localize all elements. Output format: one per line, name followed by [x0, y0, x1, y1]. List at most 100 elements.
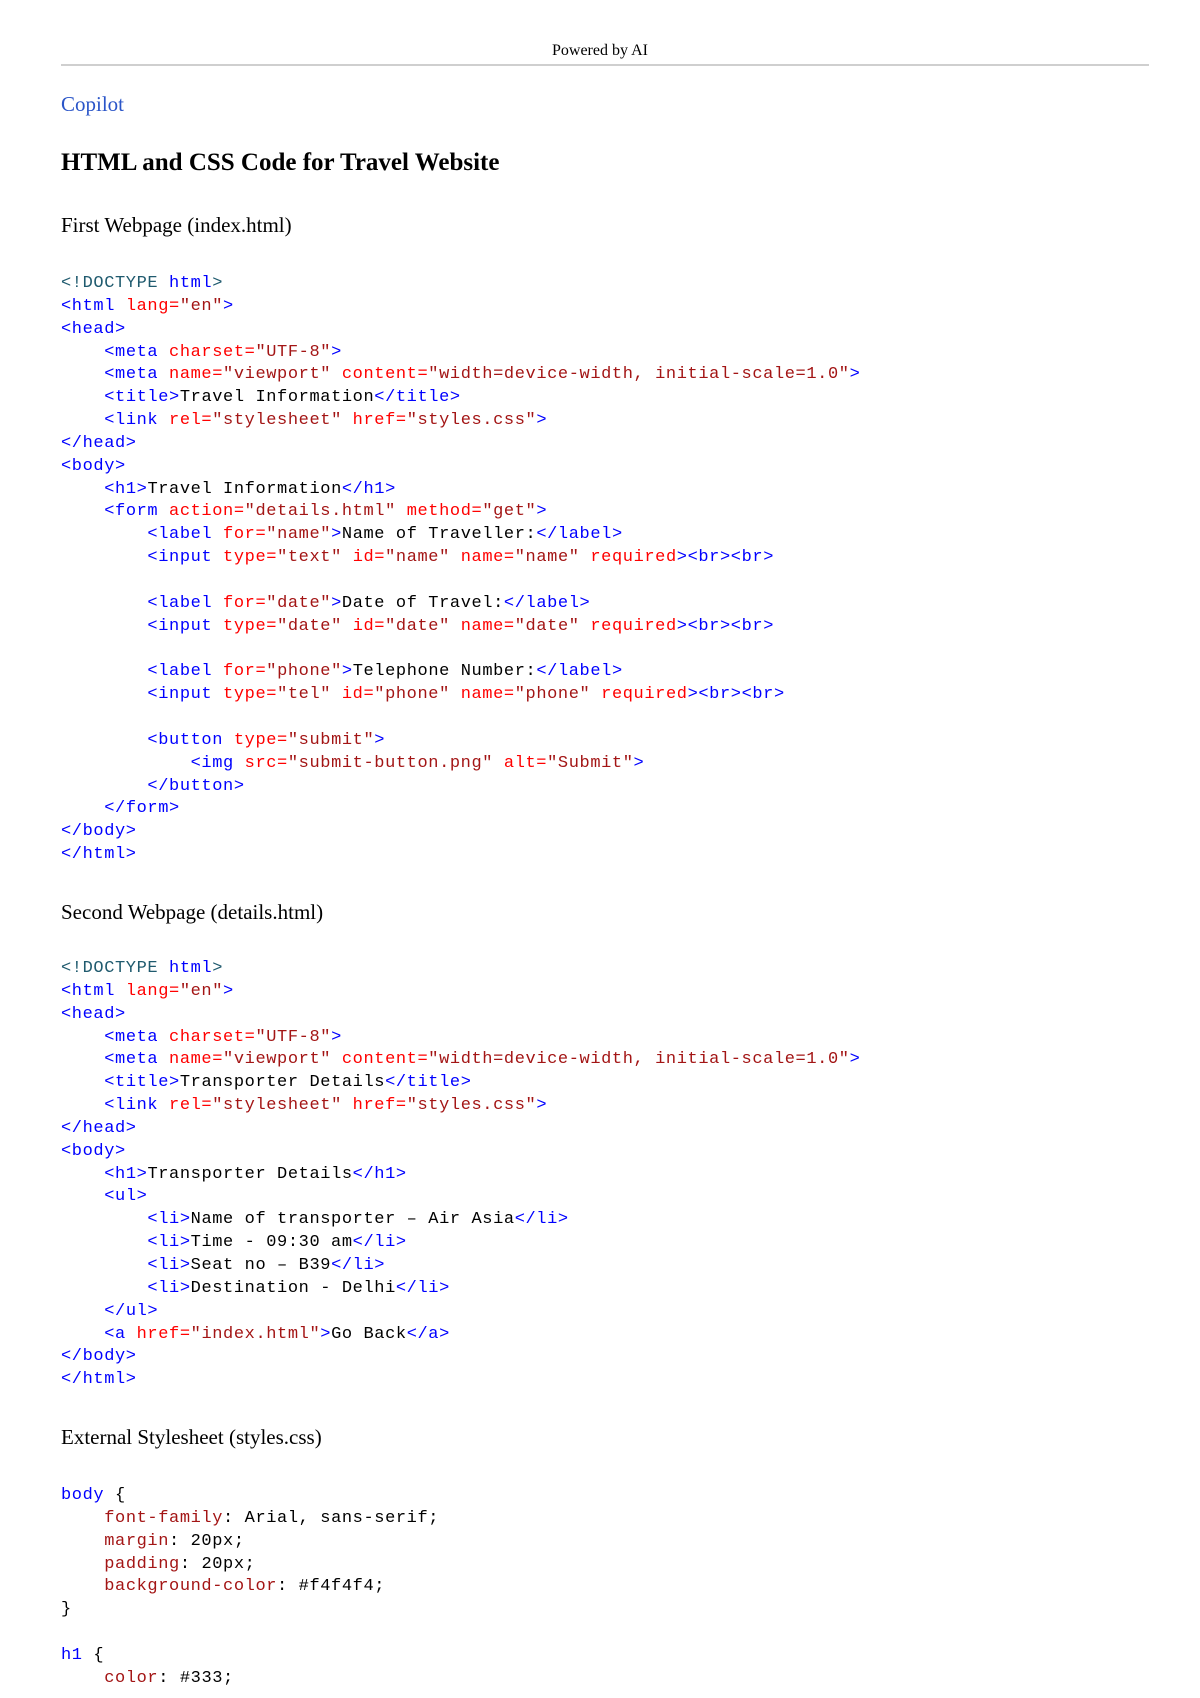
- code-line: </head>: [61, 1118, 860, 1141]
- code-line: <link rel="stylesheet" href="styles.css"…: [61, 410, 860, 433]
- code-token: "stylesheet": [212, 411, 353, 431]
- code-token: "UTF-8": [255, 1027, 332, 1047]
- code-token: color: [104, 1668, 159, 1688]
- code-line: <h1>Travel Information</h1>: [61, 479, 860, 502]
- code-token: id=: [341, 685, 375, 705]
- code-line: <li>Name of transporter – Air Asia</li>: [61, 1209, 860, 1232]
- code-line: <ul>: [61, 1186, 860, 1209]
- code-token: charset=: [169, 342, 256, 362]
- code-line: <input type="text" id="name" name="name"…: [61, 547, 860, 570]
- code-line: <html lang="en">: [61, 296, 860, 319]
- code-line: color: #333;: [61, 1668, 439, 1691]
- code-line: <li>Time - 09:30 am</li>: [61, 1232, 860, 1255]
- code-token: </head>: [61, 433, 137, 453]
- code-block-details: <!DOCTYPE html> <html lang="en"> <head> <m…: [61, 958, 860, 1392]
- code-token: >: [849, 1050, 861, 1070]
- code-token: "Submit": [547, 753, 634, 773]
- code-line: padding: 20px;: [61, 1554, 439, 1577]
- code-token: content=: [341, 365, 429, 385]
- code-token: <button: [147, 730, 234, 750]
- code-line: }: [61, 1599, 439, 1622]
- code-token: for=: [223, 593, 267, 613]
- code-token: </form>: [104, 799, 180, 819]
- header-divider: [61, 64, 1149, 66]
- code-line: <input type="date" id="date" name="date"…: [61, 616, 860, 639]
- code-token: rel=: [169, 1096, 213, 1116]
- code-token: for=: [223, 662, 267, 682]
- code-token: "styles.css": [406, 1096, 537, 1116]
- code-token: : Arial, sans-serif;: [223, 1508, 440, 1528]
- code-line: body {: [61, 1485, 439, 1508]
- code-token: html: [169, 959, 213, 978]
- code-token: </html>: [61, 1370, 137, 1390]
- code-token: >: [331, 525, 342, 545]
- code-token: <li>: [147, 1255, 191, 1275]
- code-token: >: [320, 1324, 332, 1344]
- code-token: >: [341, 662, 353, 682]
- code-token: Time - 09:30 am: [190, 1233, 353, 1253]
- code-line: <body>: [61, 456, 860, 479]
- code-line: [61, 570, 860, 593]
- code-token: h1: [61, 1645, 83, 1665]
- code-token: "width=device-width, initial-scale=1.0": [428, 365, 850, 385]
- code-token: name=: [169, 365, 224, 385]
- code-token: </body>: [61, 1347, 137, 1367]
- code-token: </h1>: [341, 479, 396, 499]
- code-token: : #333;: [158, 1668, 234, 1688]
- code-line: h1 {: [61, 1645, 439, 1668]
- code-token: <body>: [61, 1141, 126, 1161]
- code-token: Telephone Number:: [352, 662, 537, 682]
- code-token: <!DOCTYPE: [61, 959, 170, 978]
- code-token: <link: [104, 1096, 170, 1116]
- code-token: >: [212, 959, 224, 978]
- code-token: : 20px;: [179, 1554, 256, 1574]
- code-token: ><br><br>: [676, 616, 774, 636]
- code-token: >: [536, 502, 548, 522]
- code-line: <html lang="en">: [61, 981, 860, 1004]
- code-token: type=: [233, 730, 288, 750]
- document-title: HTML and CSS Code for Travel Website: [61, 149, 500, 176]
- code-token: alt=: [503, 753, 548, 773]
- code-token: <link: [104, 411, 170, 431]
- code-token: margin: [104, 1531, 170, 1551]
- code-line: <meta charset="UTF-8">: [61, 1027, 860, 1050]
- code-line: <meta name="viewport" content="width=dev…: [61, 1049, 860, 1072]
- code-token: <label: [147, 593, 224, 613]
- code-token: </head>: [61, 1118, 137, 1138]
- code-line: font-family: Arial, sans-serif;: [61, 1508, 439, 1531]
- code-token: id=: [352, 548, 386, 568]
- code-token: src=: [244, 753, 288, 773]
- code-token: Seat no – B39: [190, 1255, 332, 1275]
- code-token: <li>: [147, 1278, 191, 1298]
- code-line: <button type="submit">: [61, 730, 860, 753]
- code-token: method=: [406, 502, 483, 522]
- code-token: required: [601, 685, 688, 705]
- code-token: <input: [147, 616, 224, 636]
- code-token: <meta: [104, 365, 170, 385]
- code-token: </label>: [536, 525, 623, 545]
- code-token: html: [169, 274, 213, 293]
- code-token: </a>: [406, 1324, 450, 1344]
- section-heading-index: First Webpage (index.html): [61, 213, 292, 237]
- code-token: required: [590, 548, 677, 568]
- code-token: Date of Travel:: [341, 593, 504, 613]
- code-token: </ul>: [104, 1301, 159, 1321]
- code-line: <form action="details.html" method="get"…: [61, 501, 860, 524]
- code-token: >: [223, 296, 234, 316]
- code-line: [61, 639, 860, 662]
- code-token: >: [536, 411, 548, 431]
- code-token: <li>: [147, 1210, 191, 1230]
- code-token: lang=: [125, 296, 180, 316]
- code-token: <label: [147, 525, 224, 545]
- code-token: <meta: [104, 1050, 170, 1070]
- code-token: >: [331, 1027, 342, 1047]
- code-line: [61, 707, 860, 730]
- code-token: body: [61, 1486, 105, 1505]
